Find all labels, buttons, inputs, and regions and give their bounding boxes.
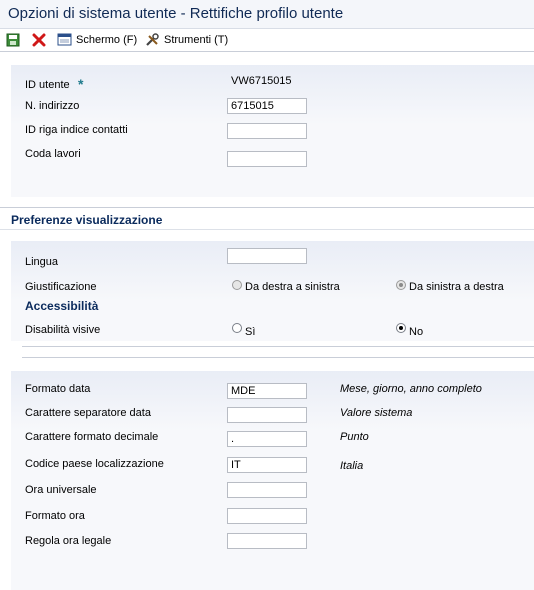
dst-rule-field[interactable] — [227, 533, 307, 549]
formats-panel — [11, 370, 534, 590]
visual-no-label: No — [409, 326, 424, 338]
tools-menu-button[interactable]: Strumenti (T) — [145, 31, 228, 49]
dst-rule-label: Regola ora legale — [25, 535, 112, 547]
language-field[interactable] — [227, 248, 307, 264]
cancel-icon — [32, 33, 46, 47]
address-number-label: N. indirizzo — [25, 100, 80, 112]
date-separator-description: Valore sistema — [340, 407, 413, 419]
country-code-description: Italia — [340, 460, 364, 472]
language-label: Lingua — [25, 256, 59, 268]
contact-index-label: ID riga indice contatti — [25, 124, 128, 136]
visual-impairment-label: Disabilità visive — [25, 324, 101, 336]
date-format-label: Formato data — [25, 383, 91, 395]
section-divider — [0, 207, 534, 208]
visual-no-radio[interactable] — [396, 323, 406, 333]
justify-ltr-radio[interactable] — [396, 280, 406, 290]
address-number-field[interactable]: 6715015 — [227, 98, 307, 114]
screen-icon — [57, 33, 72, 46]
country-code-field[interactable]: IT — [227, 457, 307, 473]
tools-icon — [146, 33, 159, 46]
date-format-description: Mese, giorno, anno completo — [340, 383, 482, 395]
decimal-format-field[interactable]: . — [227, 431, 307, 447]
justify-ltr-label: Da sinistra a destra — [409, 281, 504, 293]
required-mark: * — [78, 76, 84, 92]
universal-time-label: Ora universale — [25, 484, 97, 496]
justification-label: Giustificazione — [25, 281, 97, 293]
date-format-field[interactable]: MDE — [227, 383, 307, 399]
decimal-format-label: Carattere formato decimale — [25, 431, 159, 443]
date-separator-field[interactable] — [227, 407, 307, 423]
user-id-label: ID utente — [25, 79, 70, 91]
panel-divider-1 — [22, 346, 534, 347]
decimal-format-description: Punto — [340, 431, 369, 443]
screen-menu-button[interactable]: Schermo (F) — [57, 31, 137, 49]
tools-menu-label: Strumenti (T) — [164, 34, 229, 46]
job-queue-field[interactable] — [227, 151, 307, 167]
job-queue-label: Coda lavori — [25, 148, 81, 160]
screen-menu-label: Schermo (F) — [76, 34, 138, 46]
save-icon — [6, 33, 20, 47]
cancel-button[interactable] — [32, 31, 50, 49]
user-id-value: VW6715015 — [231, 75, 292, 87]
country-code-label: Codice paese localizzazione — [25, 458, 164, 470]
section-underline — [0, 229, 534, 230]
visual-yes-label: Sì — [245, 326, 256, 338]
visual-yes-radio[interactable] — [232, 323, 242, 333]
window-title: Opzioni di sistema utente - Rettifiche p… — [8, 5, 344, 22]
date-separator-label: Carattere separatore data — [25, 407, 151, 419]
title-bar: Opzioni di sistema utente - Rettifiche p… — [0, 0, 534, 29]
display-preferences-title: Preferenze visualizzazione — [11, 213, 163, 227]
save-button[interactable] — [6, 31, 24, 49]
accessibility-title: Accessibilità — [25, 299, 99, 313]
justify-rtl-radio[interactable] — [232, 280, 242, 290]
time-format-field[interactable] — [227, 508, 307, 524]
justify-rtl-label: Da destra a sinistra — [245, 281, 340, 293]
toolbar: Schermo (F) Strumenti (T) — [0, 29, 534, 52]
universal-time-field[interactable] — [227, 482, 307, 498]
contact-index-field[interactable] — [227, 123, 307, 139]
panel-divider-2 — [22, 357, 534, 358]
time-format-label: Formato ora — [25, 510, 85, 522]
